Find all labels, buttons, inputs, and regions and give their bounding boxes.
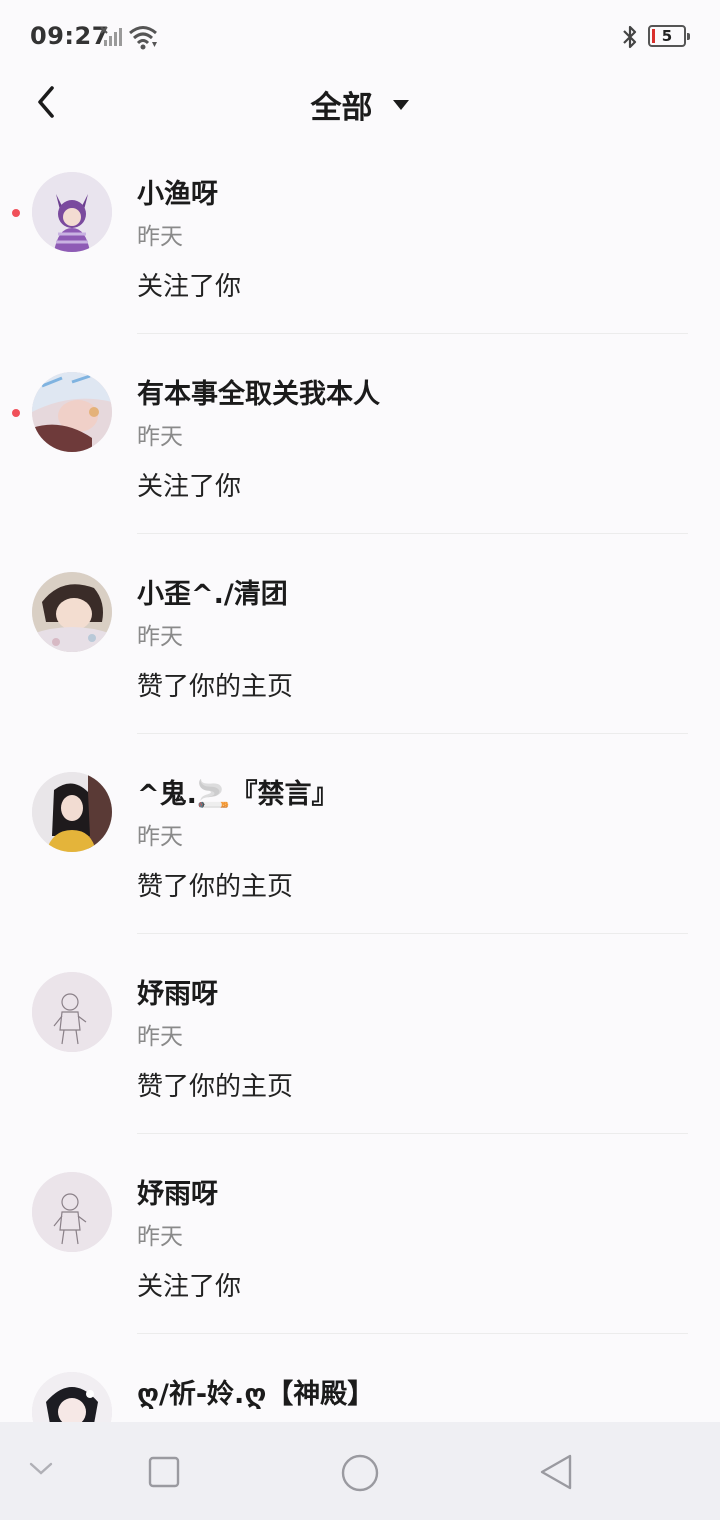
- user-name[interactable]: 妤雨呀: [137, 972, 218, 1011]
- notification-item[interactable]: ^鬼.🚬『禁言』 昨天 赞了你的主页: [0, 734, 720, 934]
- page-title: 全部: [310, 90, 373, 126]
- battery-icon: 5: [648, 25, 690, 47]
- avatar-image: [32, 172, 112, 252]
- notification-time: 昨天: [137, 224, 183, 250]
- user-name[interactable]: 有本事全取关我本人: [137, 372, 380, 411]
- triangle-back-icon[interactable]: [538, 1453, 574, 1491]
- user-name[interactable]: 小渔呀: [137, 172, 218, 211]
- screen: 09:27 5 全部 小渔呀 昨天 关注了你 有本事全取关我本人 昨天 关注了你…: [0, 0, 720, 1520]
- battery-cap: [687, 33, 690, 40]
- circle-icon[interactable]: [340, 1453, 380, 1493]
- user-name[interactable]: ^鬼.🚬『禁言』: [137, 772, 339, 811]
- avatar[interactable]: [32, 1172, 112, 1252]
- avatar-image: [32, 972, 112, 1052]
- unread-dot: [12, 209, 20, 217]
- notification-item[interactable]: 小歪^./清团 昨天 赞了你的主页: [0, 534, 720, 734]
- notification-time: 昨天: [137, 1224, 183, 1250]
- user-name[interactable]: 小歪^./清团: [137, 572, 288, 611]
- notification-item[interactable]: 小渔呀 昨天 关注了你: [0, 134, 720, 334]
- notification-action: 关注了你: [137, 272, 242, 302]
- notification-list: 小渔呀 昨天 关注了你 有本事全取关我本人 昨天 关注了你 小歪^./清团 昨天…: [0, 134, 720, 1422]
- avatar[interactable]: [32, 972, 112, 1052]
- avatar[interactable]: [32, 372, 112, 452]
- notification-action: 关注了你: [137, 472, 242, 502]
- avatar-image: [32, 1372, 112, 1422]
- notification-time: 昨天: [137, 1024, 183, 1050]
- avatar-image: [32, 1172, 112, 1252]
- status-time: 09:27: [30, 22, 109, 50]
- notification-time: 昨天: [137, 424, 183, 450]
- notification-item[interactable]: 妤雨呀 昨天 赞了你的主页: [0, 934, 720, 1134]
- notification-action: 赞了你的主页: [137, 672, 294, 702]
- user-name[interactable]: ღ/祈-姈.ღ【神殿】: [137, 1372, 374, 1411]
- notification-item[interactable]: ღ/祈-姈.ღ【神殿】: [0, 1334, 720, 1422]
- wifi-icon: [129, 26, 157, 50]
- bluetooth-icon: [623, 25, 637, 49]
- notification-time: 昨天: [137, 824, 183, 850]
- avatar-image: [32, 372, 112, 452]
- square-icon[interactable]: [148, 1456, 180, 1488]
- system-nav-bar: [0, 1422, 720, 1520]
- avatar-image: [32, 572, 112, 652]
- chevron-down-icon[interactable]: [28, 1460, 54, 1478]
- status-bar: 09:27 5: [0, 0, 720, 72]
- header: 全部: [0, 72, 720, 134]
- user-name[interactable]: 妤雨呀: [137, 1172, 218, 1211]
- notification-action: 赞了你的主页: [137, 872, 294, 902]
- battery-level: 5: [661, 27, 673, 45]
- notification-item[interactable]: 有本事全取关我本人 昨天 关注了你: [0, 334, 720, 534]
- avatar[interactable]: [32, 572, 112, 652]
- notification-item[interactable]: 妤雨呀 昨天 关注了你: [0, 1134, 720, 1334]
- avatar[interactable]: [32, 1372, 112, 1422]
- notification-time: 昨天: [137, 624, 183, 650]
- caret-down-icon: [392, 99, 409, 110]
- avatar[interactable]: [32, 772, 112, 852]
- avatar[interactable]: [32, 172, 112, 252]
- notification-action: 关注了你: [137, 1272, 242, 1302]
- title-dropdown[interactable]: 全部: [0, 82, 720, 127]
- signal-off-icon: [100, 26, 122, 46]
- unread-dot: [12, 409, 20, 417]
- avatar-image: [32, 772, 112, 852]
- notification-action: 赞了你的主页: [137, 1072, 294, 1102]
